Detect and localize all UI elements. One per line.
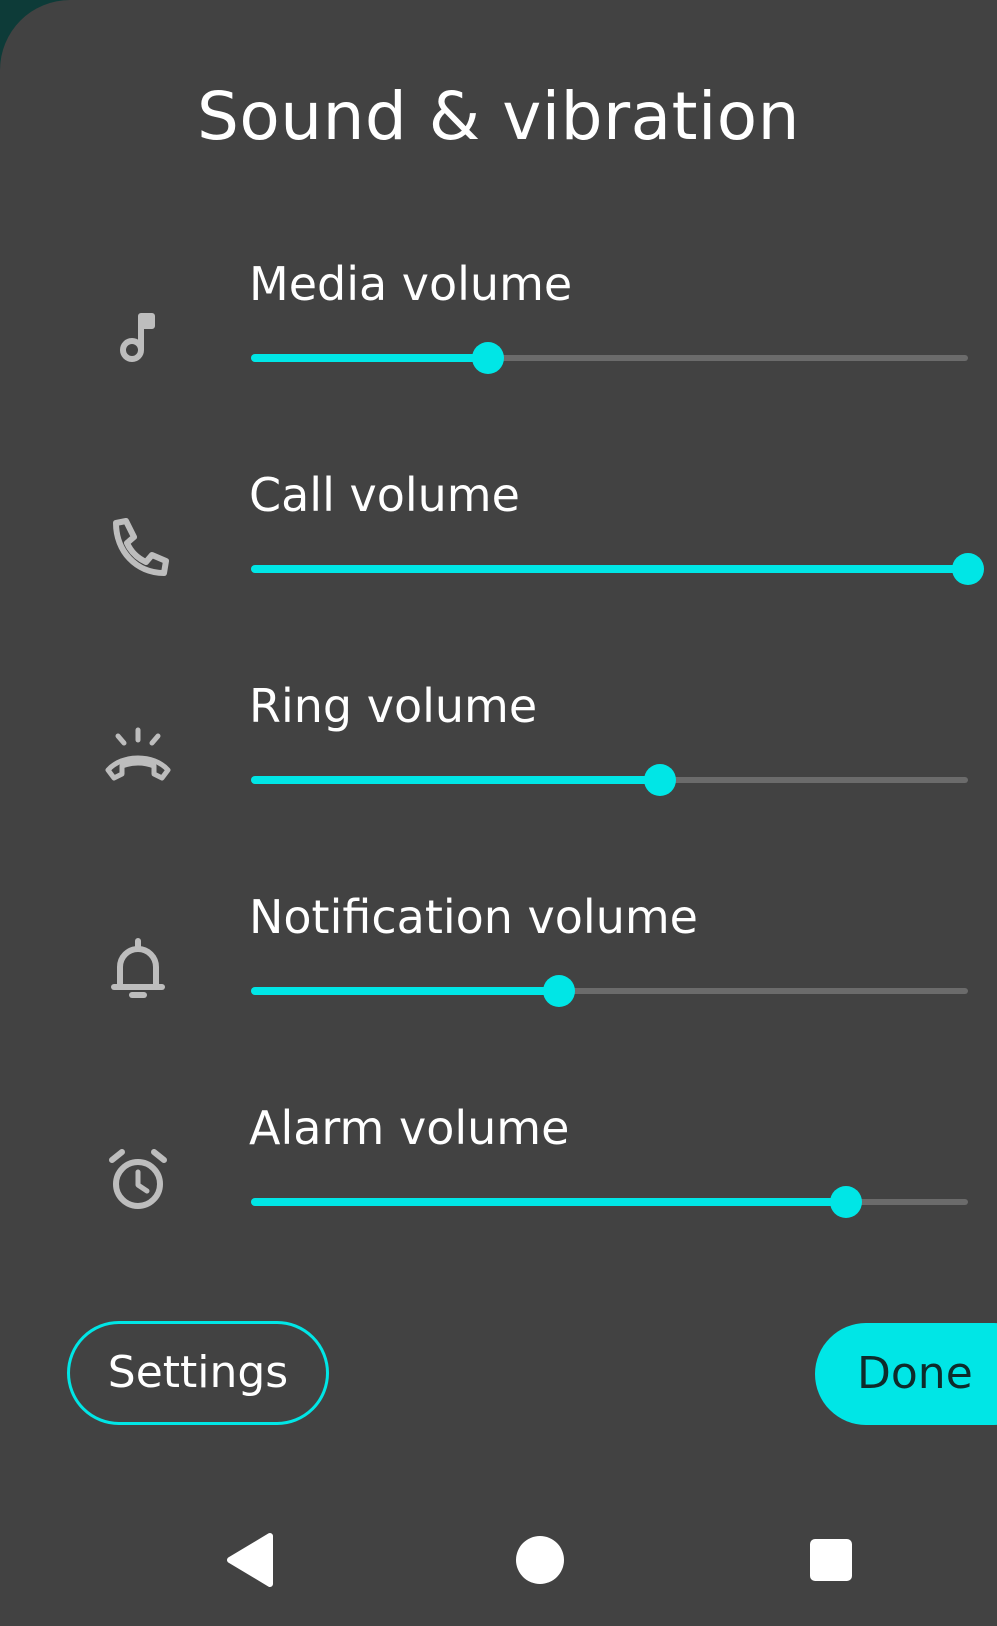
notification-volume-label: Notification volume: [249, 890, 698, 944]
slider-fill: [251, 987, 560, 995]
notification-volume-slider[interactable]: [251, 971, 968, 1011]
dialog-title: Sound & vibration: [196, 78, 801, 155]
settings-button[interactable]: Settings: [67, 1321, 329, 1425]
media-volume-label: Media volume: [249, 257, 573, 311]
call-volume-row: Call volume: [0, 463, 997, 613]
alarm-volume-row: Alarm volume: [0, 1096, 997, 1246]
ring-volume-row: Ring volume: [0, 674, 997, 824]
system-navigation-bar: [0, 1500, 997, 1626]
back-icon[interactable]: [208, 1520, 288, 1600]
phone-icon: [96, 505, 180, 589]
slider-thumb[interactable]: [952, 553, 984, 585]
slider-fill: [251, 565, 968, 573]
media-volume-row: Media volume: [0, 252, 997, 402]
alarm-volume-slider[interactable]: [251, 1182, 968, 1222]
volume-dialog: Sound & vibration Media volume Call volu…: [0, 0, 997, 1626]
slider-thumb[interactable]: [830, 1186, 863, 1218]
slider-thumb[interactable]: [643, 764, 676, 796]
slider-thumb[interactable]: [543, 975, 576, 1007]
done-button[interactable]: Done: [815, 1323, 997, 1425]
call-volume-label: Call volume: [249, 468, 520, 522]
recents-icon[interactable]: [791, 1520, 871, 1600]
notification-volume-row: Notification volume: [0, 885, 997, 1035]
alarm-volume-label: Alarm volume: [249, 1101, 570, 1155]
ring-volume-label: Ring volume: [249, 679, 538, 733]
music-note-icon: [96, 294, 180, 378]
media-volume-slider[interactable]: [251, 338, 968, 378]
bell-icon: [96, 927, 180, 1011]
slider-fill: [251, 354, 488, 362]
ringing-phone-icon: [96, 716, 180, 800]
slider-fill: [251, 1198, 847, 1206]
slider-fill: [251, 776, 660, 784]
alarm-clock-icon: [96, 1138, 180, 1222]
ring-volume-slider[interactable]: [251, 760, 968, 800]
slider-thumb[interactable]: [471, 342, 504, 374]
call-volume-slider[interactable]: [251, 549, 984, 589]
home-icon[interactable]: [500, 1520, 580, 1600]
